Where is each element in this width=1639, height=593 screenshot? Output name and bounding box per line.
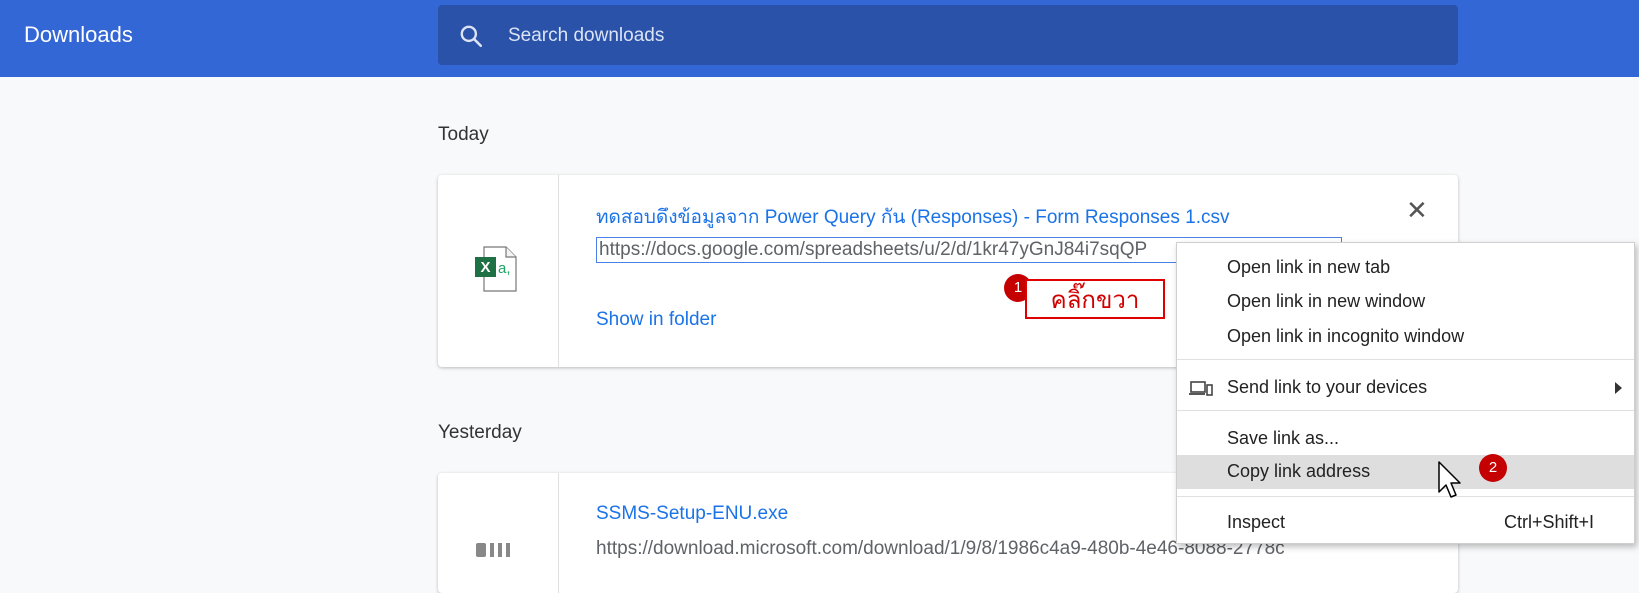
inspect-shortcut: Ctrl+Shift+I [1503, 512, 1594, 532]
menu-separator [1177, 410, 1634, 411]
menu-item-send-to-devices[interactable]: Send link to your devices [1177, 371, 1634, 405]
menu-item-open-incognito[interactable]: Open link in incognito window [1177, 320, 1634, 354]
menu-item-label: Open link in new tab [1227, 257, 1391, 277]
menu-item-open-new-tab[interactable]: Open link in new tab [1177, 251, 1634, 285]
menu-item-label: Copy link address [1227, 461, 1371, 481]
file-icon-column: X a, [438, 175, 559, 367]
svg-text:X: X [480, 259, 490, 276]
menu-item-label: Inspect [1227, 512, 1286, 532]
show-in-folder-link[interactable]: Show in folder [596, 309, 716, 331]
right-click-callout: คลิ๊กขวา [1025, 279, 1165, 319]
devices-icon [1189, 381, 1213, 396]
menu-item-label: Open link in incognito window [1227, 326, 1465, 346]
menu-item-save-link-as[interactable]: Save link as... [1177, 422, 1634, 456]
menu-item-open-new-window[interactable]: Open link in new window [1177, 285, 1634, 319]
section-yesterday-label: Yesterday [438, 422, 522, 443]
section-today-label: Today [438, 124, 489, 145]
close-icon[interactable]: ✕ [1406, 195, 1428, 226]
menu-item-label: Send link to your devices [1227, 377, 1428, 397]
search-box[interactable] [438, 5, 1458, 67]
context-menu: Open link in new tab Open link in new wi… [1176, 242, 1635, 544]
file-icon-column [438, 473, 559, 593]
menu-item-label: Save link as... [1227, 428, 1340, 448]
top-bar: Downloads [0, 0, 1639, 77]
menu-separator [1177, 359, 1634, 360]
menu-item-copy-link-address[interactable]: Copy link address [1177, 455, 1634, 489]
search-icon[interactable] [458, 23, 484, 49]
menu-item-label: Open link in new window [1227, 291, 1426, 311]
installer-icon [476, 543, 510, 557]
search-input[interactable] [506, 5, 1410, 67]
menu-item-inspect[interactable]: Inspect Ctrl+Shift+I [1177, 506, 1634, 540]
file-name-link[interactable]: SSMS-Setup-ENU.exe [596, 503, 788, 525]
svg-text:a,: a, [498, 260, 511, 277]
page-title: Downloads [24, 22, 133, 47]
excel-csv-icon: X a, [475, 246, 517, 292]
submenu-arrow-icon [1615, 382, 1622, 394]
menu-separator [1177, 496, 1634, 497]
mouse-cursor-icon [1438, 461, 1461, 498]
step-2-badge: 2 [1479, 454, 1507, 482]
file-name-link[interactable]: ทดสอบดึงข้อมูลจาก Power Query กัน (Respo… [596, 202, 1230, 232]
